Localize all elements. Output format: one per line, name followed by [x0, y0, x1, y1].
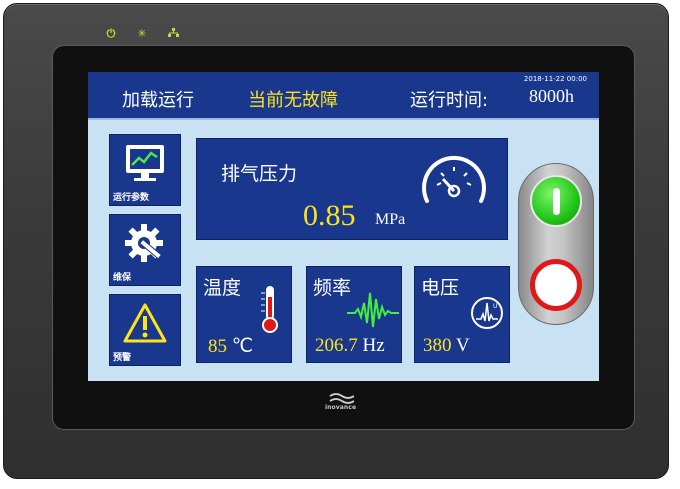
status-indicators: ⏻ ✳: [104, 28, 180, 41]
warning-icon: [123, 303, 167, 343]
exhaust-pressure-panel: 排气压力 0.85 MPa: [196, 138, 508, 240]
temperature-panel: 温度 85 ℃: [196, 266, 292, 363]
voltage-title: 电压: [421, 277, 460, 299]
waveform-icon: [347, 292, 399, 328]
exhaust-pressure-title: 排气压力: [221, 163, 298, 185]
sun-icon: ✳: [137, 27, 147, 40]
thermometer-icon: [261, 286, 278, 333]
nav-button-run-params[interactable]: 运行参数: [109, 134, 181, 206]
runtime-value: 8000h: [529, 86, 574, 106]
datetime-label: 2018-11-22 00:00: [523, 75, 587, 83]
frequency-reading: 206.7 Hz: [315, 335, 385, 357]
run-mode-label: 加载运行: [122, 90, 194, 111]
brand-logo: inovance: [325, 392, 358, 414]
start-icon: [553, 188, 560, 215]
hmi-screen: 2018-11-22 00:00 加载运行 当前无故障 运行时间: 8000h …: [88, 72, 599, 381]
voltage-reading: 380 V: [423, 335, 470, 357]
network-icon: [166, 28, 180, 41]
temperature-reading: 85 ℃: [208, 335, 253, 358]
gear-wrench-icon: [125, 224, 163, 262]
exhaust-pressure-unit: MPa: [375, 211, 406, 228]
header-bar: 2018-11-22 00:00 加载运行 当前无故障 运行时间: 8000h: [88, 72, 599, 120]
stop-button[interactable]: [530, 259, 582, 311]
svg-text:U: U: [493, 303, 497, 310]
brand-name: inovance: [325, 404, 357, 411]
frequency-title: 频率: [313, 277, 352, 299]
voltage-meter-icon: U: [471, 297, 503, 329]
exhaust-pressure-value: 0.85: [303, 199, 356, 232]
voltage-panel: 电压 380 V U: [414, 266, 510, 363]
frequency-value: 206.7: [315, 335, 358, 356]
start-stop-control: [518, 163, 594, 325]
temperature-value: 85: [208, 336, 227, 357]
frequency-panel: 频率 206.7 Hz: [306, 266, 402, 363]
temperature-title: 温度: [203, 277, 242, 299]
gauge-icon: [422, 156, 486, 203]
inovance-logo-icon: [329, 393, 355, 404]
nav-label-warning: 预警: [113, 353, 132, 363]
monitor-chart-icon: [126, 145, 164, 181]
nav-button-maintenance[interactable]: 维保: [109, 214, 181, 286]
voltage-unit: V: [455, 335, 470, 356]
nav-button-warning[interactable]: 预警: [109, 294, 181, 366]
temperature-unit: ℃: [231, 336, 254, 357]
voltage-value: 380: [423, 335, 452, 356]
frequency-unit: Hz: [362, 335, 385, 356]
nav-label-run-params: 运行参数: [113, 193, 150, 203]
start-button[interactable]: [530, 175, 582, 227]
fault-status-label: 当前无故障: [248, 90, 338, 111]
power-icon: ⏻: [106, 27, 116, 40]
runtime-label: 运行时间:: [410, 90, 489, 111]
nav-label-maintenance: 维保: [113, 273, 132, 283]
